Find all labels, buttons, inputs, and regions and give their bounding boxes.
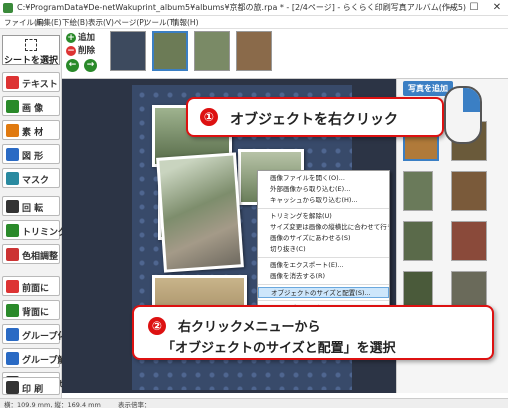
context-menu-item[interactable]: キャッシュから取り込む(H)... [258,195,389,206]
tool-button-printer[interactable]: 印 刷 [2,377,60,395]
tool-button-group[interactable]: グループ化 [2,324,66,344]
rotate-icon [6,200,19,213]
page-thumbnail[interactable] [236,31,272,71]
plus-icon: + [66,32,76,43]
menu-separator [258,300,389,301]
callout2-line2: 「オブジェクトのサイズと配置」を選択 [162,341,396,356]
photo-thumbnail[interactable] [403,171,433,211]
tool-label: 色相調整 [22,252,59,262]
context-menu-item[interactable]: 切り抜き(C) [258,244,389,255]
menu-view[interactable]: 表示(V) [88,17,114,28]
ungroup-icon [6,352,19,365]
tool-label: 図 形 [22,152,44,162]
group-icon [6,328,19,341]
page-strip: + 追加 − 削除 ← → [62,29,508,79]
bring-front-icon [6,280,19,293]
delete-label: 削除 [78,46,96,56]
photo-thumbnail[interactable] [403,221,433,261]
color-adjust-icon [6,248,19,261]
prev-page-button[interactable]: ← [66,59,81,72]
context-menu-item[interactable]: 画像ファイルを開く(O)... [258,173,389,184]
tool-label: グループ化 [22,332,67,342]
menu-bar: ファイル(F) 編集(E) 下絵(B) 表示(V) ページ(P) ツール(T) … [0,16,508,29]
tool-label: 素 材 [22,128,44,138]
instruction-callout-1: ① オブジェクトを右クリック [186,97,444,137]
page-thumbnail[interactable] [152,31,188,71]
next-page-button[interactable]: → [84,59,99,72]
minimize-button[interactable]: — [440,0,462,16]
tool-label: 印 刷 [22,385,44,395]
tool-label: マスク [22,176,50,186]
mouse-icon [444,86,482,144]
arrow-left-icon: ← [66,59,79,72]
photo-thumbnail[interactable] [451,221,487,261]
title-bar: C:¥ProgramData¥De-netWakuprint_album5¥al… [0,0,508,16]
app-icon [3,3,13,13]
delete-page-button[interactable]: − 削除 [66,44,95,56]
context-menu-item[interactable]: 画像を消去する(R) [258,271,389,282]
maximize-button[interactable]: ☐ [463,0,485,16]
send-back-icon [6,304,19,317]
menu-separator [258,208,389,209]
tool-button-star[interactable]: 素 材 [2,120,60,140]
tool-label: トリミング [22,228,68,238]
window-title: C:¥ProgramData¥De-netWakuprint_album5¥al… [17,3,467,12]
text-icon [6,76,19,89]
select-cursor-icon [25,39,37,51]
menu-background[interactable]: 下絵(B) [62,17,88,28]
status-bar: 横：109.9 mm, 縦：169.4 mm 表示倍率： [0,398,508,409]
tool-button-rotate[interactable]: 回 転 [2,196,60,216]
tool-label: 回 転 [22,204,44,214]
step-number-2: ② [148,317,166,335]
mask-icon [6,172,19,185]
menu-edit[interactable]: 編集(E) [36,17,62,28]
context-menu-item[interactable]: 外部画像から取り込む(E)... [258,184,389,195]
add-label: 追加 [78,33,96,43]
tool-button-trim[interactable]: トリミング [2,220,67,240]
shape-icon [6,148,19,161]
select-sheet-button[interactable]: シートを選択 [2,35,60,66]
context-menu-item[interactable]: 画像のサイズにあわせる(S) [258,233,389,244]
tool-button-send-back[interactable]: 背面に [2,300,60,320]
step-number-1: ① [200,108,218,126]
callout2-line1: 右クリックメニューから [178,320,321,335]
menu-page[interactable]: ページ(P) [114,17,147,28]
tool-button-shape[interactable]: 図 形 [2,144,60,164]
tool-button-text[interactable]: テキスト [2,72,60,92]
tool-button-color-adjust[interactable]: 色相調整 [2,244,60,264]
tool-button-bring-front[interactable]: 前面に [2,276,60,296]
tool-button-ungroup[interactable]: グループ解除 [2,348,75,368]
callout1-text: オブジェクトを右クリック [230,112,398,128]
page-thumbnail[interactable] [194,31,230,71]
tool-label: 前面に [22,284,50,294]
menu-separator [258,257,389,258]
printer-icon [6,381,19,394]
minus-icon: − [66,45,76,56]
mouse-right-button-icon [463,88,480,112]
select-sheet-label: シートを選択 [3,56,58,66]
image-icon [6,100,19,113]
tool-label: テキスト [22,80,58,90]
tool-button-mask[interactable]: マスク [2,168,60,188]
add-page-button[interactable]: + 追加 [66,31,95,43]
tool-label: 背面に [22,308,50,318]
context-menu-item[interactable]: 画像をエクスポート(E)... [258,260,389,271]
context-menu-item[interactable]: オブジェクトのサイズと配置(S)... [258,287,389,298]
context-menu-item[interactable]: サイズ変更は画像の縦横比に合わせて行う(A) [258,222,389,233]
tool-panel: シートを選択 テキスト画 像素 材図 形マスク回 転トリミング色相調整前面に背面… [0,29,75,399]
tool-button-image[interactable]: 画 像 [2,96,60,116]
menu-info[interactable]: 情報(H) [172,17,199,28]
photo-thumbnail[interactable] [451,171,487,211]
arrow-right-icon: → [84,59,97,72]
menu-separator [258,284,389,285]
instruction-callout-2: ② 右クリックメニューから 「オブジェクトのサイズと配置」を選択 [132,305,494,360]
selected-photo-object[interactable] [156,152,244,273]
tool-label: 画 像 [22,104,44,114]
trim-icon [6,224,19,237]
context-menu-item[interactable]: トリミングを解除(U) [258,211,389,222]
close-button[interactable]: ✕ [486,0,508,16]
star-icon [6,124,19,137]
page-thumbnail[interactable] [110,31,146,71]
